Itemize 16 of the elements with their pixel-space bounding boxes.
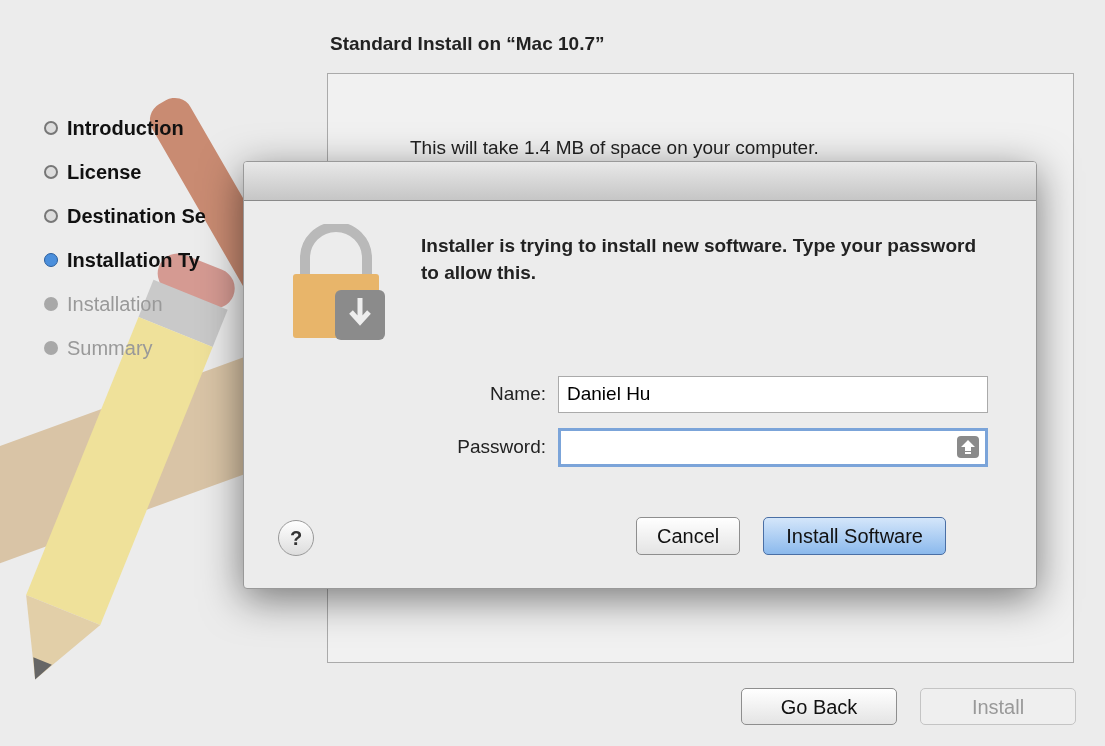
help-button[interactable]: ? [278,520,314,556]
field-label: Name: [489,382,546,407]
step-label: Destination Se [67,203,206,229]
dialog-button[interactable]: Install Software [763,517,946,555]
field-label: Password: [456,435,546,460]
footer-button[interactable]: Go Back [741,688,897,725]
window-title: Standard Install on “Mac 10.7” [330,32,606,56]
step-label: Installation Ty [67,247,200,273]
caps-lock-icon [957,436,979,458]
input-field[interactable]: Daniel Hu [558,376,988,413]
dialog-message: Installer is trying to install new software. Type your password to allow this. [421,234,977,285]
step-label: Installation [67,291,163,317]
step-label: License [67,159,142,185]
dialog-button[interactable]: Cancel [636,517,741,555]
input-field[interactable] [558,428,988,467]
content-text: This will take 1.4 MB of space on your computer. [410,136,820,160]
